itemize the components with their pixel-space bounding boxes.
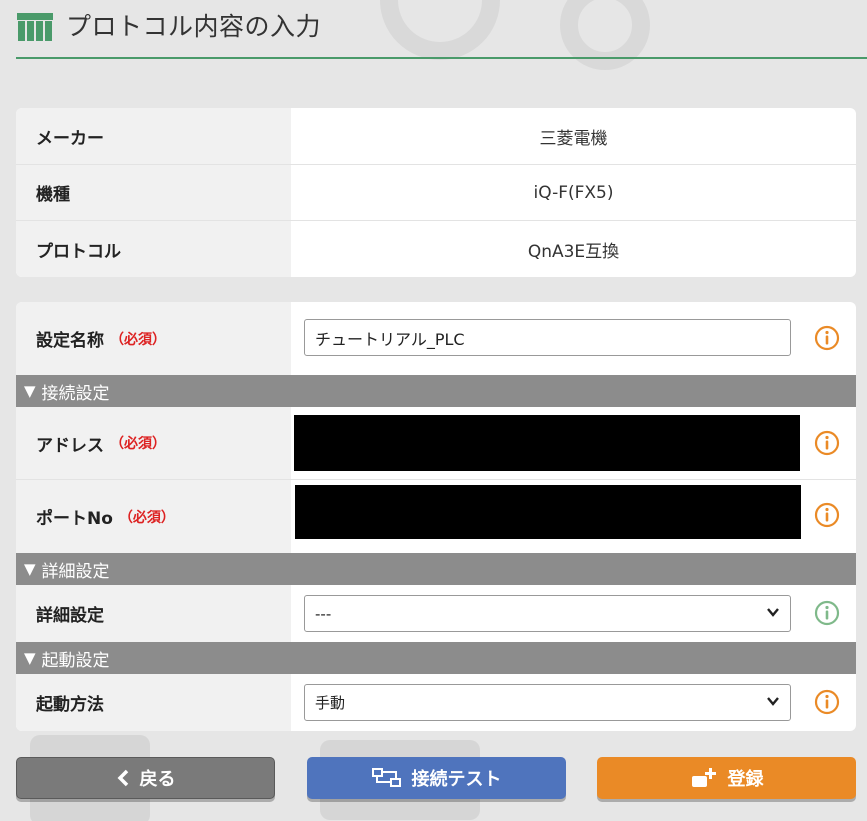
back-button-label: 戻る: [139, 769, 176, 790]
summary-row-protocol: プロトコル QnA3E互換: [16, 221, 856, 277]
setting-name-label: 設定名称: [36, 331, 104, 351]
section-header-connection[interactable]: ▼ 接続設定: [16, 375, 856, 407]
address-label: アドレス: [36, 435, 104, 456]
info-icon[interactable]: [814, 502, 840, 528]
startup-method-select[interactable]: 手動: [304, 684, 791, 721]
redacted-address-input[interactable]: [294, 415, 800, 471]
select-value: 手動: [315, 694, 346, 712]
header-divider: [16, 57, 867, 59]
select-value: ---: [315, 604, 332, 623]
summary-label: 機種: [16, 165, 291, 220]
summary-value: QnA3E互換: [527, 241, 620, 262]
collapse-triangle-icon: ▼: [24, 560, 36, 578]
section-header-detail[interactable]: ▼ 詳細設定: [16, 553, 856, 585]
section-title: 詳細設定: [41, 561, 110, 582]
port-label-cell: ポートNo （必須）: [16, 480, 291, 553]
settings-form-card: 設定名称 （必須） ▼ 接続設定 アドレス （必須） ポートNo （必須）: [16, 302, 856, 731]
startup-method-label: 起動方法: [16, 674, 291, 731]
back-button[interactable]: 戻る: [16, 757, 275, 799]
info-icon[interactable]: [814, 430, 840, 456]
collapse-triangle-icon: ▼: [24, 382, 36, 400]
page-header: プロトコル内容の入力: [0, 0, 867, 58]
section-title: 起動設定: [41, 650, 110, 671]
detail-setting-select[interactable]: ---: [304, 595, 791, 632]
chevron-down-icon: [767, 697, 779, 706]
required-badge: （必須）: [118, 509, 175, 526]
page-title: プロトコル内容の入力: [66, 12, 322, 41]
redacted-port-input[interactable]: [295, 485, 801, 539]
info-icon[interactable]: [814, 689, 840, 715]
summary-label: メーカー: [16, 108, 291, 164]
info-icon[interactable]: [814, 325, 840, 351]
network-connection-icon: [371, 768, 401, 787]
address-label-cell: アドレス （必須）: [16, 407, 291, 479]
connection-test-button[interactable]: 接続テスト: [307, 757, 566, 799]
setting-name-label-cell: 設定名称 （必須）: [16, 302, 291, 375]
register-button[interactable]: 登録: [597, 757, 856, 799]
add-database-icon: [691, 768, 716, 787]
detail-setting-label: 詳細設定: [16, 585, 291, 642]
register-button-label: 登録: [727, 769, 764, 790]
section-title: 接続設定: [41, 383, 110, 404]
section-header-startup[interactable]: ▼ 起動設定: [16, 642, 856, 674]
protocol-summary-card: メーカー 三菱電機 機種 iQ-F(FX5) プロトコル QnA3E互換: [16, 108, 856, 277]
setting-name-input[interactable]: [304, 319, 791, 356]
chevron-left-icon: [117, 769, 128, 787]
port-label: ポートNo: [36, 509, 113, 529]
table-icon: [17, 13, 53, 41]
info-icon[interactable]: [814, 600, 840, 626]
summary-row-maker: メーカー 三菱電機: [16, 108, 856, 165]
summary-row-model: 機種 iQ-F(FX5): [16, 165, 856, 221]
connection-test-label: 接続テスト: [411, 769, 502, 790]
required-badge: （必須）: [110, 436, 166, 452]
collapse-triangle-icon: ▼: [24, 649, 36, 667]
required-badge: （必須）: [110, 331, 166, 348]
summary-label: プロトコル: [16, 221, 291, 277]
summary-value: 三菱電機: [539, 128, 608, 149]
summary-value: iQ-F(FX5): [533, 182, 614, 203]
chevron-down-icon: [767, 608, 779, 617]
